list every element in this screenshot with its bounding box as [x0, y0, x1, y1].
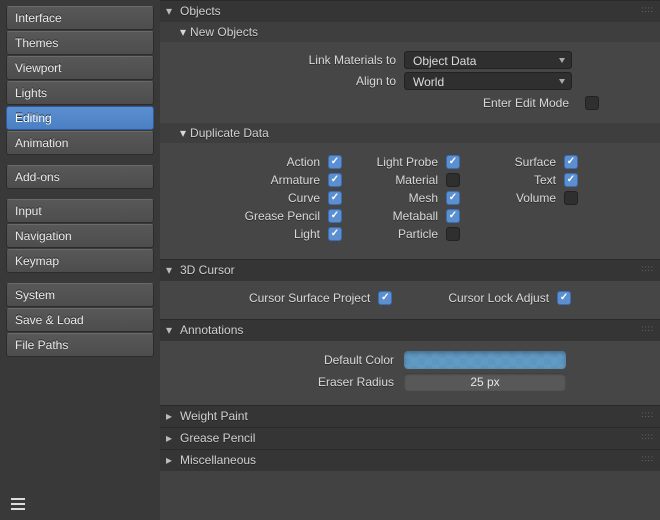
link-materials-select[interactable]: Object Data: [404, 51, 572, 69]
panel-annotations-header[interactable]: ▾ Annotations ::::: [160, 319, 660, 341]
subpanel-duplicate-header[interactable]: ▾ Duplicate Data: [160, 123, 660, 143]
drag-grip-icon[interactable]: ::::: [641, 324, 654, 333]
duplicate-grease-pencil-checkbox[interactable]: [328, 209, 342, 223]
default-color-label: Default Color: [174, 353, 404, 367]
duplicate-mesh-checkbox[interactable]: [446, 191, 460, 205]
sidebar-item-lights[interactable]: Lights: [6, 81, 154, 105]
duplicate-text-label: Text: [464, 173, 564, 187]
subpanel-duplicate-body: Action Armature Curve Grease Pencil Light Lig…: [160, 143, 660, 259]
sidebar-item-navigation[interactable]: Navigation: [6, 224, 154, 248]
eraser-radius-field[interactable]: 25 px: [404, 373, 566, 391]
duplicate-metaball-label: Metaball: [346, 209, 446, 223]
duplicate-volume-checkbox[interactable]: [564, 191, 578, 205]
duplicate-material-checkbox[interactable]: [446, 173, 460, 187]
menu-icon[interactable]: [8, 494, 28, 514]
panel-3dcursor-body: Cursor Surface Project Cursor Lock Adjus…: [160, 281, 660, 319]
align-to-select[interactable]: World: [404, 72, 572, 90]
disclosure-down-icon: ▾: [166, 263, 176, 277]
panel-title: Weight Paint: [180, 409, 248, 423]
link-materials-label: Link Materials to: [174, 53, 404, 67]
disclosure-right-icon: ▸: [166, 431, 176, 445]
panel-title: Miscellaneous: [180, 453, 256, 467]
duplicate-armature-label: Armature: [228, 173, 328, 187]
duplicate-light-probe-checkbox[interactable]: [446, 155, 460, 169]
panel-title: Annotations: [180, 323, 243, 337]
duplicate-curve-checkbox[interactable]: [328, 191, 342, 205]
eraser-radius-label: Eraser Radius: [174, 375, 404, 389]
duplicate-mesh-label: Mesh: [346, 191, 446, 205]
sidebar-item-interface[interactable]: Interface: [6, 6, 154, 30]
enter-edit-mode-checkbox[interactable]: [585, 96, 599, 110]
sidebar-item-input[interactable]: Input: [6, 199, 154, 223]
drag-grip-icon[interactable]: ::::: [641, 454, 654, 463]
subpanel-new-objects-header[interactable]: ▾ New Objects: [160, 22, 660, 42]
disclosure-down-icon: ▾: [180, 25, 186, 39]
sidebar-item-themes[interactable]: Themes: [6, 31, 154, 55]
disclosure-down-icon: ▾: [166, 4, 176, 18]
duplicate-armature-checkbox[interactable]: [328, 173, 342, 187]
duplicate-light-probe-label: Light Probe: [346, 155, 446, 169]
sidebar-item-animation[interactable]: Animation: [6, 131, 154, 155]
sidebar-item-viewport[interactable]: Viewport: [6, 56, 154, 80]
sidebar-item-save-load[interactable]: Save & Load: [6, 308, 154, 332]
duplicate-metaball-checkbox[interactable]: [446, 209, 460, 223]
sidebar-item-add-ons[interactable]: Add-ons: [6, 165, 154, 189]
align-to-label: Align to: [174, 74, 404, 88]
preferences-main: ▾ Objects :::: ▾ New Objects Link Materi…: [160, 0, 660, 520]
subpanel-title: New Objects: [190, 25, 258, 39]
duplicate-action-label: Action: [228, 155, 328, 169]
subpanel-title: Duplicate Data: [190, 126, 269, 140]
drag-grip-icon[interactable]: ::::: [641, 264, 654, 273]
duplicate-curve-label: Curve: [228, 191, 328, 205]
panel-objects-header[interactable]: ▾ Objects ::::: [160, 0, 660, 22]
sidebar-item-system[interactable]: System: [6, 283, 154, 307]
duplicate-action-checkbox[interactable]: [328, 155, 342, 169]
panel-title: Grease Pencil: [180, 431, 255, 445]
sidebar-item-keymap[interactable]: Keymap: [6, 249, 154, 273]
disclosure-down-icon: ▾: [166, 323, 176, 337]
panel-miscellaneous-header[interactable]: ▸ Miscellaneous::::: [160, 449, 660, 471]
subpanel-new-objects-body: Link Materials to Object Data Align to W…: [160, 42, 660, 123]
duplicate-particle-label: Particle: [346, 227, 446, 241]
drag-grip-icon[interactable]: ::::: [641, 410, 654, 419]
drag-grip-icon[interactable]: ::::: [641, 5, 654, 14]
panel-grease-pencil-header[interactable]: ▸ Grease Pencil::::: [160, 427, 660, 449]
panel-annotations-body: Default Color Eraser Radius 25 px: [160, 341, 660, 405]
duplicate-surface-label: Surface: [464, 155, 564, 169]
default-color-swatch[interactable]: [404, 351, 566, 369]
disclosure-right-icon: ▸: [166, 453, 176, 467]
disclosure-down-icon: ▾: [180, 126, 186, 140]
sidebar-item-editing[interactable]: Editing: [6, 106, 154, 130]
cursor-surface-project-label: Cursor Surface Project: [249, 291, 378, 305]
duplicate-grease-pencil-label: Grease Pencil: [228, 209, 328, 223]
cursor-lock-adjust-checkbox[interactable]: [557, 291, 571, 305]
duplicate-light-checkbox[interactable]: [328, 227, 342, 241]
preferences-sidebar: InterfaceThemesViewportLightsEditingAnim…: [0, 0, 160, 520]
enter-edit-mode-label: Enter Edit Mode: [437, 96, 577, 110]
panel-3dcursor-header[interactable]: ▾ 3D Cursor ::::: [160, 259, 660, 281]
duplicate-volume-label: Volume: [464, 191, 564, 205]
drag-grip-icon[interactable]: ::::: [641, 432, 654, 441]
cursor-lock-adjust-label: Cursor Lock Adjust: [448, 291, 557, 305]
disclosure-right-icon: ▸: [166, 409, 176, 423]
sidebar-item-file-paths[interactable]: File Paths: [6, 333, 154, 357]
duplicate-light-label: Light: [228, 227, 328, 241]
panel-title: 3D Cursor: [180, 263, 235, 277]
panel-weight-paint-header[interactable]: ▸ Weight Paint::::: [160, 405, 660, 427]
panel-title: Objects: [180, 4, 221, 18]
duplicate-text-checkbox[interactable]: [564, 173, 578, 187]
duplicate-particle-checkbox[interactable]: [446, 227, 460, 241]
duplicate-surface-checkbox[interactable]: [564, 155, 578, 169]
duplicate-material-label: Material: [346, 173, 446, 187]
cursor-surface-project-checkbox[interactable]: [378, 291, 392, 305]
